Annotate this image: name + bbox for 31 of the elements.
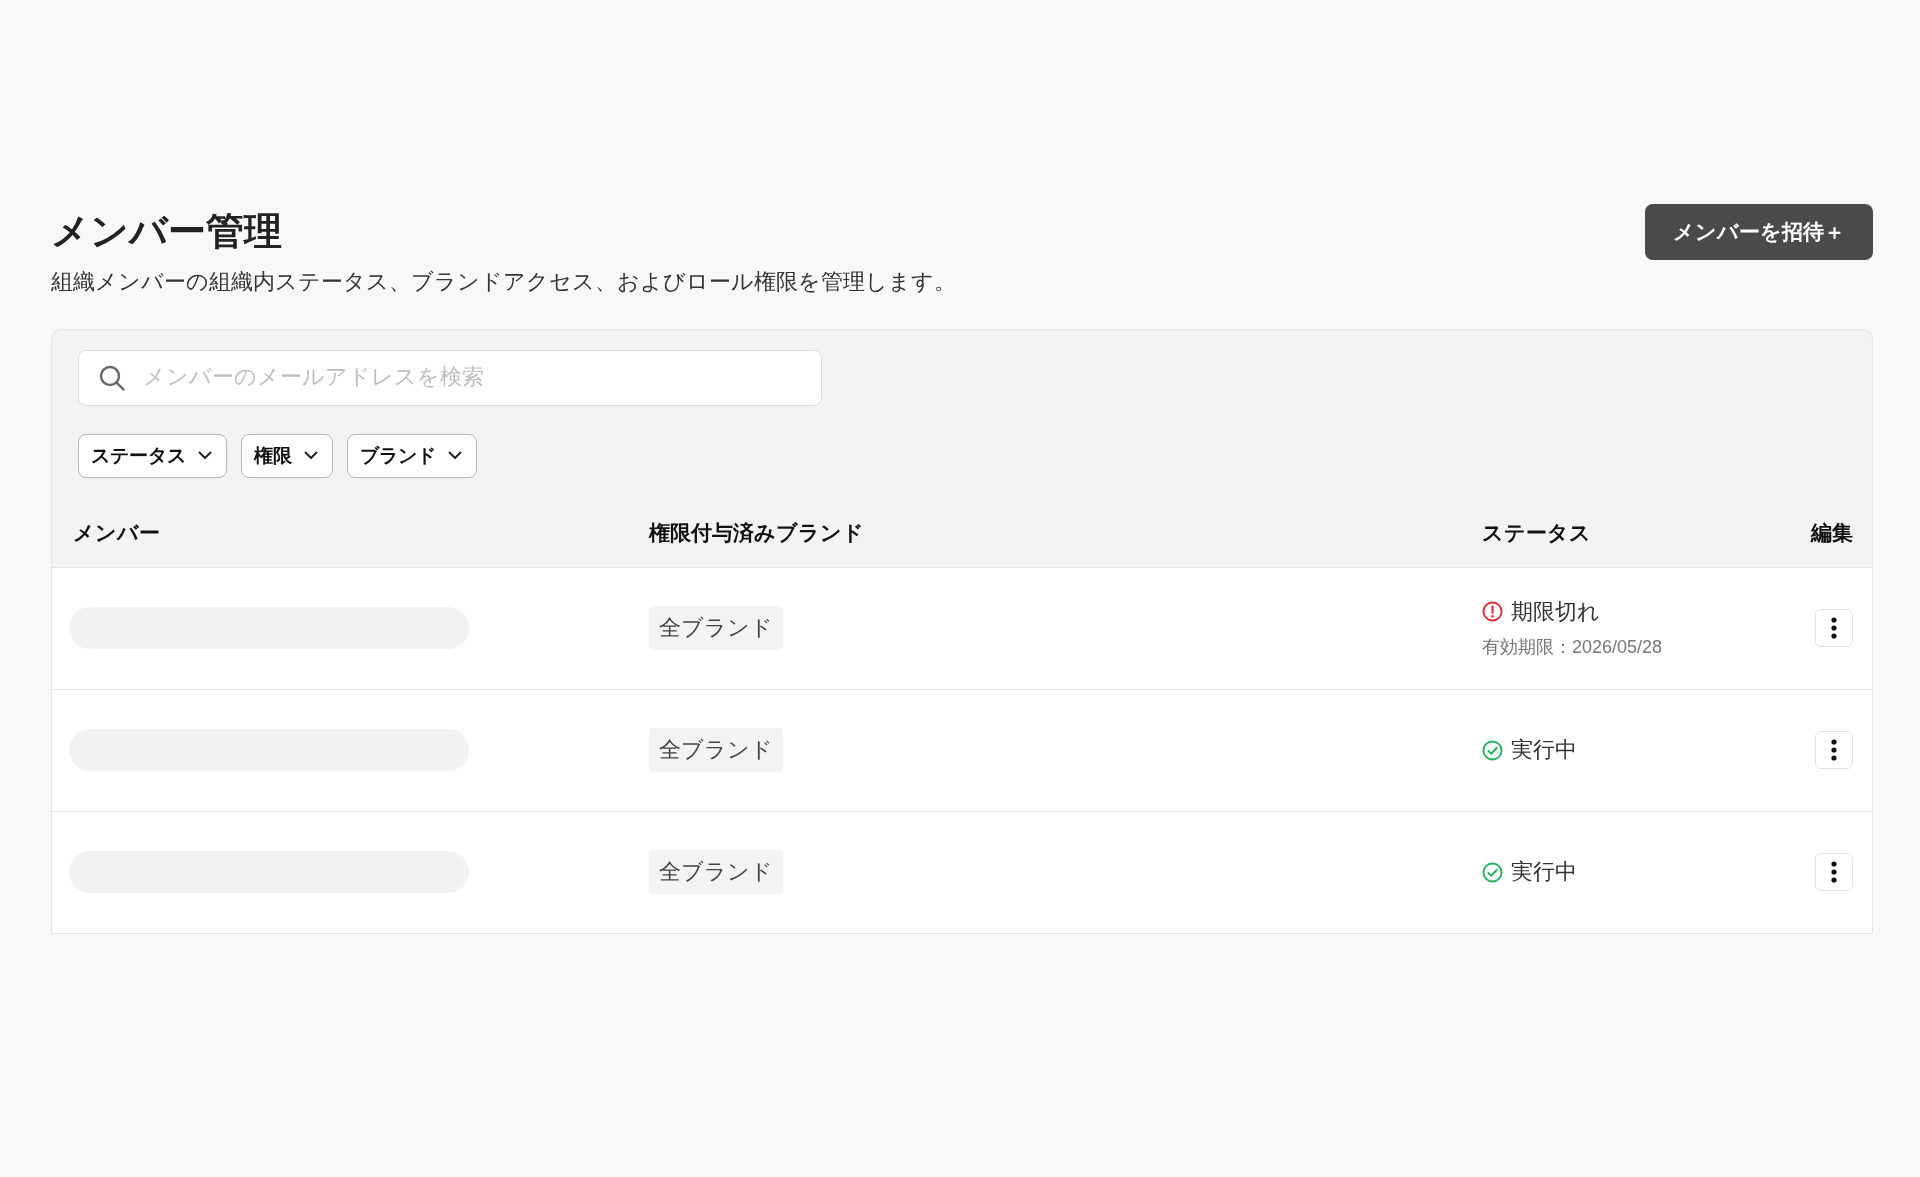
filter-dropdown[interactable]: ステータス [78, 433, 227, 478]
more-options-button[interactable] [1815, 731, 1853, 770]
chevron-down-icon [304, 451, 318, 461]
status-text: 実行中 [1511, 737, 1577, 765]
invite-member-button[interactable]: メンバーを招待＋ [1645, 204, 1873, 260]
vertical-dots-icon [1831, 739, 1837, 762]
check-circle-icon [1482, 739, 1503, 761]
search-icon [99, 364, 125, 391]
filter-dropdown[interactable]: 権限 [241, 433, 333, 478]
search-field[interactable]: メンバーのメールアドレスを検索 [78, 349, 822, 406]
exclamation-circle-icon [1482, 601, 1503, 623]
column-header: ステータス [1482, 519, 1592, 546]
brand-tag: 全ブランド [649, 728, 783, 773]
status-text: 実行中 [1511, 859, 1577, 887]
more-options-button[interactable] [1815, 609, 1853, 648]
check-circle-icon [1482, 861, 1503, 883]
page-description: 組織メンバーの組織内ステータス、ブランドアクセス、およびロール権限を管理します。 [51, 268, 956, 296]
chevron-down-icon [448, 451, 462, 461]
vertical-dots-icon [1831, 861, 1837, 884]
column-header: メンバー [72, 519, 161, 546]
chevron-down-icon [198, 451, 212, 461]
status-text: 期限切れ [1511, 598, 1600, 626]
brand-tag: 全ブランド [649, 606, 783, 651]
expiry-date-text: 有効期限：2026/05/28 [1482, 635, 1663, 659]
column-header: 権限付与済みブランド [649, 519, 865, 546]
filter-dropdown[interactable]: ブランド [347, 433, 477, 478]
more-options-button[interactable] [1815, 853, 1853, 892]
column-header: 編集 [1811, 519, 1853, 546]
page-title: メンバー管理 [51, 209, 283, 254]
vertical-dots-icon [1831, 617, 1837, 640]
brand-tag: 全ブランド [649, 850, 783, 895]
